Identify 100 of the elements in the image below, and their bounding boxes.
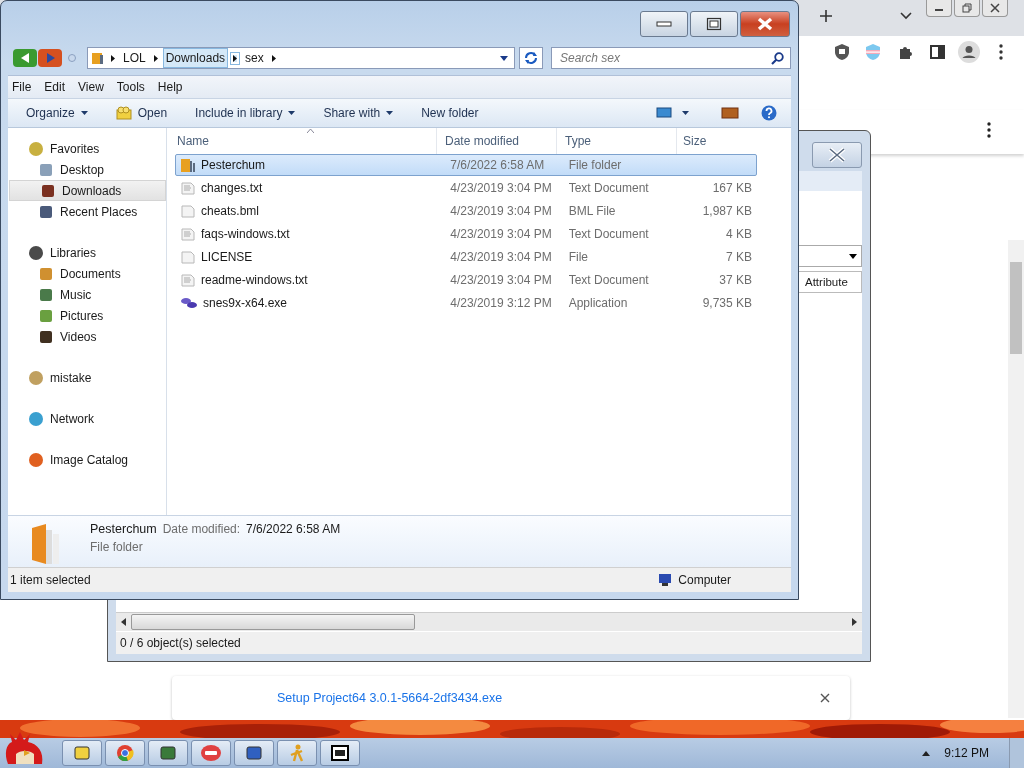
close-button[interactable] bbox=[740, 11, 790, 37]
file-row[interactable]: LICENSE 4/23/2019 3:04 PM File 7 KB bbox=[175, 246, 757, 268]
left-arrow-icon[interactable] bbox=[121, 618, 126, 626]
caret-icon[interactable] bbox=[682, 111, 689, 115]
close-icon[interactable] bbox=[820, 693, 830, 703]
table-cell-text: 4/23/2019 3:04 PM bbox=[449, 204, 553, 218]
dropdown-arrow-icon[interactable] bbox=[500, 55, 508, 61]
refresh-button[interactable] bbox=[519, 47, 543, 69]
maximize-button[interactable] bbox=[690, 11, 738, 37]
breadcrumb-arrow-icon[interactable] bbox=[233, 54, 238, 62]
download-item[interactable]: Setup Project64 3.0.1-5664-2df3434.exe bbox=[172, 676, 850, 720]
download-link[interactable]: Setup Project64 3.0.1-5664-2df3434.exe bbox=[277, 691, 503, 705]
search-field[interactable]: Search sex bbox=[551, 47, 791, 69]
table-cell-text: Text Document bbox=[567, 181, 650, 195]
toolbar-button[interactable]: New folder bbox=[421, 106, 479, 120]
profile-icon[interactable] bbox=[958, 41, 980, 63]
scrollbar[interactable] bbox=[1008, 240, 1024, 718]
scroll-thumb[interactable] bbox=[131, 614, 415, 630]
minimize-button[interactable] bbox=[640, 11, 688, 37]
nav-item[interactable]: Libraries bbox=[8, 242, 166, 263]
shield-icon[interactable] bbox=[834, 43, 850, 61]
table-cell-text: 4/23/2019 3:04 PM bbox=[449, 273, 553, 287]
back-forward-icon[interactable] bbox=[13, 48, 63, 68]
app-icon bbox=[200, 744, 222, 762]
address-bar[interactable]: LOL Downloads sex bbox=[87, 47, 515, 69]
nav-icon bbox=[28, 410, 44, 427]
taskbar-button[interactable] bbox=[148, 740, 188, 766]
nav-icon bbox=[28, 140, 44, 157]
table-cell-text: Application bbox=[567, 296, 629, 310]
new-tab-icon[interactable] bbox=[819, 9, 833, 23]
nav-item[interactable]: Desktop bbox=[8, 159, 166, 180]
detail-label: Date modified: bbox=[162, 522, 241, 536]
column-header[interactable]: Size bbox=[677, 134, 755, 148]
toolbar-button[interactable]: Include in library bbox=[195, 106, 296, 120]
breadcrumb-item[interactable]: LOL bbox=[121, 49, 148, 67]
view-icon[interactable] bbox=[656, 107, 672, 119]
puzzle-icon[interactable] bbox=[898, 44, 914, 60]
file-name: Pesterchum bbox=[90, 522, 157, 536]
nav-item[interactable]: Pictures bbox=[8, 305, 166, 326]
search-icon[interactable] bbox=[771, 51, 784, 65]
nav-item[interactable]: Image Catalog bbox=[8, 449, 166, 470]
table-cell: 9,735 KB bbox=[702, 296, 752, 310]
nav-item[interactable]: Documents bbox=[8, 263, 166, 284]
status-text: 1 item selected bbox=[10, 573, 91, 587]
taskbar-button[interactable] bbox=[320, 740, 360, 766]
close-button[interactable] bbox=[812, 142, 862, 168]
right-arrow-icon[interactable] bbox=[852, 618, 857, 626]
minimize-button[interactable] bbox=[926, 0, 952, 17]
menu-item[interactable]: View bbox=[74, 80, 110, 94]
clock[interactable]: 9:12 PM bbox=[944, 746, 989, 760]
close-button[interactable] bbox=[982, 0, 1008, 17]
nav-item[interactable]: Videos bbox=[8, 326, 166, 347]
table-cell-text: BML File bbox=[567, 204, 617, 218]
file-row[interactable]: readme-windows.txt 4/23/2019 3:04 PM Text Document 37 KB bbox=[175, 269, 757, 291]
nav-item[interactable]: Music bbox=[8, 284, 166, 305]
menu-item[interactable]: Edit bbox=[40, 80, 72, 94]
table-cell-text: File folder bbox=[567, 158, 623, 172]
file-row[interactable]: faqs-windows.txt 4/23/2019 3:04 PM Text Document 4 KB bbox=[175, 223, 757, 245]
toolbar-button[interactable]: Open bbox=[115, 106, 168, 120]
document-icon bbox=[180, 203, 196, 219]
toolbar-button[interactable]: Share with bbox=[323, 106, 394, 120]
chevron-down-icon[interactable] bbox=[900, 12, 912, 20]
file-name: Pesterchum bbox=[201, 158, 266, 172]
dropdown[interactable] bbox=[798, 245, 862, 267]
side-panel-icon[interactable] bbox=[930, 45, 945, 59]
breadcrumb-item[interactable]: Downloads bbox=[163, 49, 228, 67]
nav-item[interactable]: Downloads bbox=[9, 180, 166, 201]
breadcrumb-item[interactable]: sex bbox=[243, 49, 266, 67]
nav-icon bbox=[38, 286, 54, 303]
file-row[interactable]: Pesterchum 7/6/2022 6:58 AM File folder bbox=[175, 154, 757, 176]
nav-item[interactable]: mistake bbox=[8, 367, 166, 388]
table-cell-text: 4/23/2019 3:04 PM bbox=[449, 227, 553, 241]
archive-icon bbox=[331, 745, 349, 761]
breadcrumb-arrow-icon[interactable] bbox=[153, 54, 158, 62]
menu-icon[interactable] bbox=[987, 122, 991, 138]
menu-item[interactable]: File bbox=[8, 80, 38, 94]
document-icon bbox=[180, 249, 196, 265]
file-row[interactable]: snes9x-x64.exe 4/23/2019 3:12 PM Application 9,735 KB bbox=[175, 292, 757, 314]
menu-icon[interactable] bbox=[999, 44, 1003, 60]
nav-icon bbox=[38, 203, 54, 220]
nav-item[interactable]: Network bbox=[8, 408, 166, 429]
toolbar-button[interactable]: Organize bbox=[26, 106, 88, 120]
file-row[interactable]: cheats.bml 4/23/2019 3:04 PM BML File 1,987 KB bbox=[175, 200, 757, 222]
menu-item[interactable]: Tools bbox=[112, 80, 151, 94]
help-icon[interactable] bbox=[761, 105, 777, 121]
taskbar-button[interactable] bbox=[234, 740, 274, 766]
column-header[interactable]: Attribute bbox=[798, 271, 862, 293]
table-cell: 167 KB bbox=[712, 181, 752, 195]
nav-icon bbox=[38, 328, 54, 345]
restore-button[interactable] bbox=[954, 0, 980, 17]
tray-arrow-icon[interactable] bbox=[922, 750, 931, 756]
breadcrumb-arrow-icon[interactable] bbox=[111, 54, 115, 62]
horizontal-scrollbar[interactable] bbox=[116, 612, 862, 631]
document-icon bbox=[180, 272, 196, 288]
breadcrumb-arrow-icon[interactable] bbox=[271, 54, 276, 62]
menu-item[interactable]: Help bbox=[153, 80, 189, 94]
minimize-icon bbox=[656, 20, 672, 28]
nav-item[interactable]: Recent Places bbox=[8, 201, 166, 222]
nav-item[interactable]: Favorites bbox=[8, 138, 166, 159]
file-row[interactable]: changes.txt 4/23/2019 3:04 PM Text Document 167 KB bbox=[175, 177, 757, 199]
